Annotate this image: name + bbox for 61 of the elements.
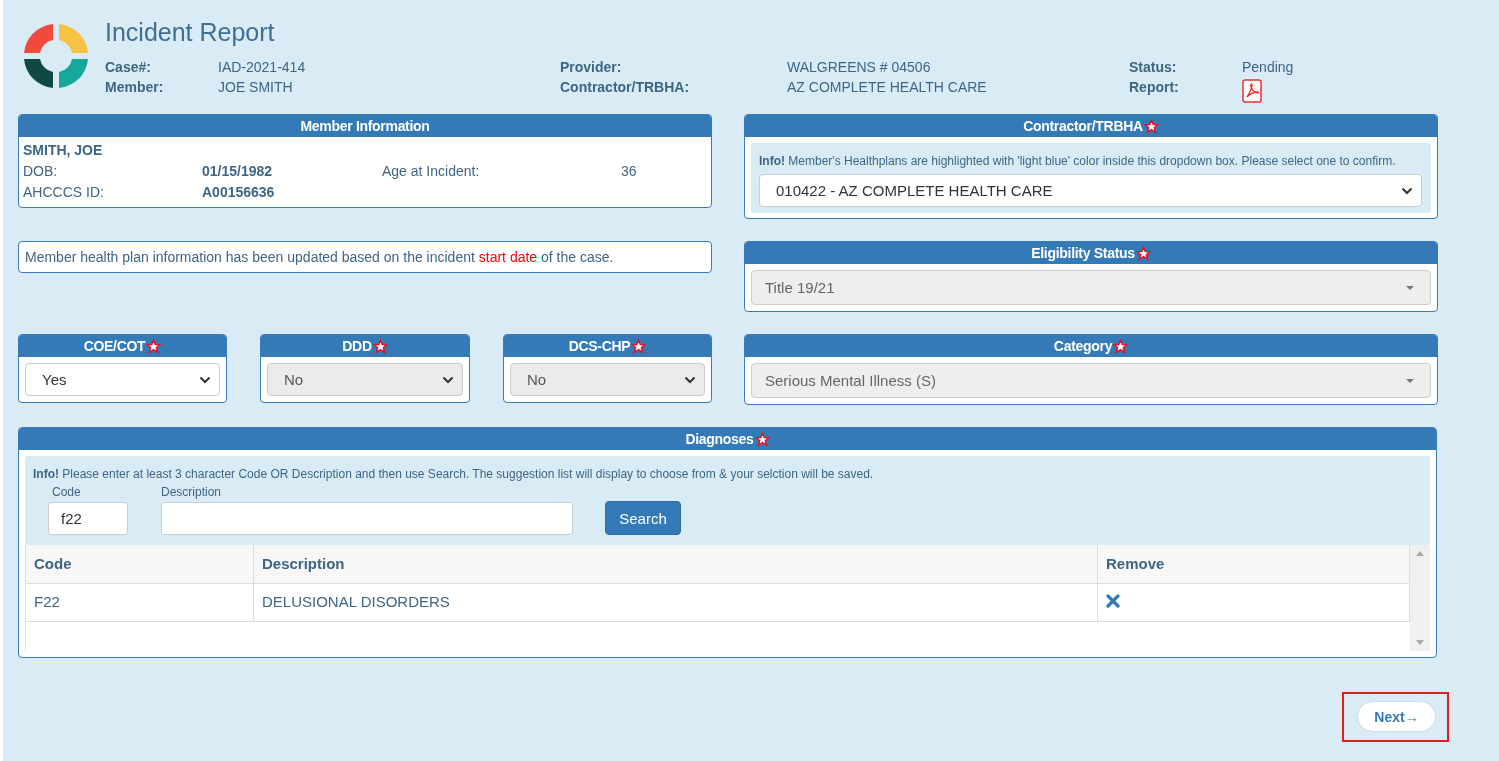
panel-title: Member Information [300, 116, 430, 136]
member-name: SMITH, JOE [23, 141, 104, 160]
next-button[interactable]: Next→ [1357, 701, 1436, 732]
field-label: Case#: [105, 58, 152, 77]
scroll-up-icon[interactable] [1416, 551, 1424, 556]
field-value: 01/15/1982 [202, 162, 274, 181]
table-cell: DELUSIONAL DISORDERS [254, 584, 1098, 622]
panel-title: COE/COT [83, 336, 146, 356]
required-star-icon [1113, 338, 1129, 354]
panel-title: Contractor/TRBHA [1023, 116, 1143, 136]
notice-text: Member health plan information has been updated based on the incident start date of the case. [18, 241, 712, 273]
panel-title: Category [1053, 336, 1113, 356]
chevron-icon [684, 375, 696, 384]
column-header: Remove [1098, 545, 1410, 584]
panel-title: DDD [342, 336, 372, 356]
field-value: A00156636 [202, 183, 276, 202]
field-label: Status: [1129, 58, 1178, 77]
required-star-icon [754, 431, 770, 447]
required-star-icon [372, 338, 388, 354]
page-title: Incident Report [105, 18, 276, 47]
column-header: Code [26, 545, 254, 584]
field-label: DOB: [23, 162, 59, 181]
field-label: AHCCCS ID: [23, 183, 105, 202]
panel-title: Diagnoses [685, 429, 754, 449]
required-star-icon [631, 338, 647, 354]
remove-icon[interactable] [1106, 594, 1120, 608]
select-field[interactable]: 010422 - AZ COMPLETE HEALTH CARE [759, 174, 1422, 207]
pdf-icon[interactable] [1242, 79, 1262, 103]
info-text: Info! Please enter at least 3 character Code OR Description and then use Search. The suggestion list will display to choose from & your selction will be saved. [33, 466, 875, 483]
panel-title: DCS-CHP [568, 336, 631, 356]
chevron-icon [1401, 186, 1413, 195]
field-value: Pending [1242, 58, 1294, 77]
scrollbar[interactable] [1410, 545, 1430, 651]
code-field[interactable]: f22 [48, 502, 128, 535]
field-label: Age at Incident: [382, 162, 481, 181]
chevron-icon [199, 375, 211, 384]
panel-title: Eligibility Status [1031, 243, 1135, 263]
description-field[interactable] [161, 502, 573, 535]
chevron-icon [442, 375, 454, 384]
field-label: Code [51, 484, 82, 501]
field-label: Contractor/TRBHA: [560, 78, 691, 97]
field-label: Description [161, 484, 223, 501]
field-value: AZ COMPLETE HEALTH CARE [787, 78, 988, 97]
field-label: Report: [1129, 78, 1180, 97]
caret-icon [1406, 378, 1414, 383]
field-value: IAD-2021-414 [218, 58, 307, 77]
field-label: Provider: [560, 58, 623, 77]
search-button[interactable]: Search [605, 501, 681, 535]
table-cell: F22 [26, 584, 254, 622]
caret-icon [1406, 285, 1414, 290]
field-value: 36 [621, 162, 638, 181]
required-star-icon [1143, 118, 1159, 134]
column-header: Description [254, 545, 1098, 584]
scroll-down-icon[interactable] [1416, 640, 1424, 645]
info-text: Info! Member's Healthplans are highlighted with 'light blue' color inside this dropdown box. Please select one to confirm. [759, 153, 1397, 170]
field-value: WALGREENS # 04506 [787, 58, 932, 77]
field-label: Member: [105, 78, 165, 97]
field-value: JOE SMITH [218, 78, 294, 97]
required-star-icon [1135, 245, 1151, 261]
required-star-icon [146, 338, 162, 354]
select-field[interactable]: Yes [25, 363, 220, 396]
